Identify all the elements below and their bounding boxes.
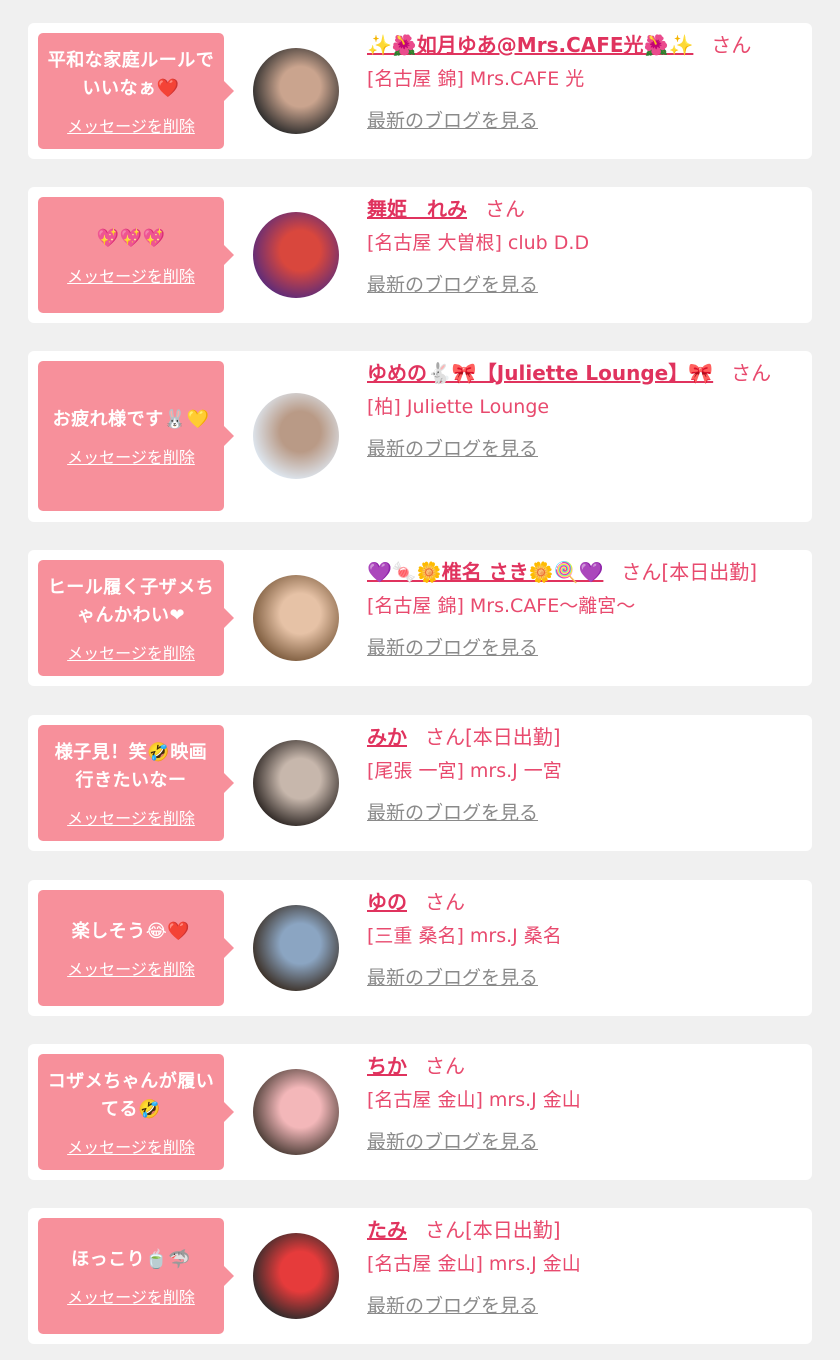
message-bubble: コザメちゃんが履いてる🤣 メッセージを削除 xyxy=(38,1054,234,1170)
avatar[interactable] xyxy=(253,1069,339,1155)
name-suffix: さん xyxy=(425,1054,465,1078)
message-bubble: 楽しそう😂❤️ メッセージを削除 xyxy=(38,890,234,1006)
delete-message-link[interactable]: メッセージを削除 xyxy=(67,1284,195,1308)
message-bubble: ほっこり🍵🦈 メッセージを削除 xyxy=(38,1218,234,1334)
message-card: 楽しそう😂❤️ メッセージを削除 ゆの さん [三重 桑名] mrs.J 桑名 最… xyxy=(28,880,812,1016)
latest-blog-link[interactable]: 最新のブログを見る xyxy=(367,1128,800,1156)
message-bubble: お疲れ様です🐰💛 メッセージを削除 xyxy=(38,361,234,511)
avatar[interactable] xyxy=(253,1233,339,1319)
message-text: 平和な家庭ルールでいいなぁ❤️ xyxy=(47,50,215,99)
delete-message-link[interactable]: メッセージを削除 xyxy=(67,263,195,287)
message-card: 平和な家庭ルールでいいなぁ❤️ メッセージを削除 ✨🌺如月ゆあ@Mrs.CAFE… xyxy=(28,23,812,159)
shop-label: [名古屋 錦] Mrs.CAFE〜離宮〜 xyxy=(367,595,636,617)
cast-info: ✨🌺如月ゆあ@Mrs.CAFE光🌺✨ さん [名古屋 錦] Mrs.CAFE 光 … xyxy=(367,29,800,135)
avatar[interactable] xyxy=(253,48,339,134)
shop-label: [名古屋 金山] mrs.J 金山 xyxy=(367,1089,581,1111)
avatar[interactable] xyxy=(253,575,339,661)
cast-name-link[interactable]: 舞姫 れみ xyxy=(367,197,467,221)
delete-message-link[interactable]: メッセージを削除 xyxy=(67,640,195,664)
cast-info: ゆの さん [三重 桑名] mrs.J 桑名 最新のブログを見る xyxy=(367,886,800,992)
cast-info: 舞姫 れみ さん [名古屋 大曽根] club D.D 最新のブログを見る xyxy=(367,193,800,299)
name-line: 💜🍬🌼椎名 さき🌼🍭💜 さん[本日出勤] xyxy=(367,556,800,588)
name-suffix: さん xyxy=(485,197,525,221)
message-text: ほっこり🍵🦈 xyxy=(71,1249,191,1270)
latest-blog-link[interactable]: 最新のブログを見る xyxy=(367,435,800,463)
message-card: ほっこり🍵🦈 メッセージを削除 たみ さん[本日出勤] [名古屋 金山] mrs.… xyxy=(28,1208,812,1344)
shop-label: [名古屋 錦] Mrs.CAFE 光 xyxy=(367,68,585,90)
delete-message-link[interactable]: メッセージを削除 xyxy=(67,805,195,829)
latest-blog-link[interactable]: 最新のブログを見る xyxy=(367,964,800,992)
message-text: 💖💖💖 xyxy=(96,228,166,249)
name-suffix: さん[本日出勤] xyxy=(425,725,561,749)
cast-info: 💜🍬🌼椎名 さき🌼🍭💜 さん[本日出勤] [名古屋 錦] Mrs.CAFE〜離宮〜… xyxy=(367,556,800,662)
message-text: 様子見！笑🤣映画行きたいなー xyxy=(54,742,208,791)
message-text: 楽しそう😂❤️ xyxy=(71,921,191,942)
message-bubble: 平和な家庭ルールでいいなぁ❤️ メッセージを削除 xyxy=(38,33,234,149)
shop-label: [尾張 一宮] mrs.J 一宮 xyxy=(367,760,562,782)
name-line: ゆめの🐇🎀【Juliette Lounge】🎀 さん xyxy=(367,357,800,389)
message-list: 平和な家庭ルールでいいなぁ❤️ メッセージを削除 ✨🌺如月ゆあ@Mrs.CAFE… xyxy=(0,0,840,1360)
cast-name-link[interactable]: たみ xyxy=(367,1218,407,1242)
cast-info: ちか さん [名古屋 金山] mrs.J 金山 最新のブログを見る xyxy=(367,1050,800,1156)
cast-name-link[interactable]: みか xyxy=(367,725,407,749)
latest-blog-link[interactable]: 最新のブログを見る xyxy=(367,799,800,827)
cast-info: ゆめの🐇🎀【Juliette Lounge】🎀 さん [柏] Juliette L… xyxy=(367,357,800,463)
message-card: お疲れ様です🐰💛 メッセージを削除 ゆめの🐇🎀【Juliette Lounge】… xyxy=(28,351,812,522)
message-card: コザメちゃんが履いてる🤣 メッセージを削除 ちか さん [名古屋 金山] mrs.… xyxy=(28,1044,812,1180)
shop-label: [柏] Juliette Lounge xyxy=(367,396,550,418)
message-card: 💖💖💖 メッセージを削除 舞姫 れみ さん [名古屋 大曽根] club D.D … xyxy=(28,187,812,323)
latest-blog-link[interactable]: 最新のブログを見る xyxy=(367,634,800,662)
message-bubble: 💖💖💖 メッセージを削除 xyxy=(38,197,234,313)
avatar[interactable] xyxy=(253,393,339,479)
name-suffix: さん xyxy=(731,361,772,385)
name-line: ✨🌺如月ゆあ@Mrs.CAFE光🌺✨ さん xyxy=(367,29,800,61)
delete-message-link[interactable]: メッセージを削除 xyxy=(67,956,195,980)
cast-name-link[interactable]: 💜🍬🌼椎名 さき🌼🍭💜 xyxy=(367,560,603,584)
shop-label: [名古屋 大曽根] club D.D xyxy=(367,232,590,254)
avatar[interactable] xyxy=(253,740,339,826)
name-suffix: さん[本日出勤] xyxy=(621,560,757,584)
latest-blog-link[interactable]: 最新のブログを見る xyxy=(367,107,800,135)
cast-info: みか さん[本日出勤] [尾張 一宮] mrs.J 一宮 最新のブログを見る xyxy=(367,721,800,827)
message-bubble: ヒール履く子ザメちゃんかわい❤ メッセージを削除 xyxy=(38,560,234,676)
name-line: ゆの さん xyxy=(367,886,800,918)
delete-message-link[interactable]: メッセージを削除 xyxy=(67,113,195,137)
name-suffix: さん xyxy=(711,33,752,57)
message-card: ヒール履く子ザメちゃんかわい❤ メッセージを削除 💜🍬🌼椎名 さき🌼🍭💜 さん[本… xyxy=(28,550,812,686)
message-text: ヒール履く子ザメちゃんかわい❤ xyxy=(47,577,215,626)
name-line: みか さん[本日出勤] xyxy=(367,721,800,753)
cast-name-link[interactable]: ゆめの🐇🎀【Juliette Lounge】🎀 xyxy=(367,361,713,385)
name-line: ちか さん xyxy=(367,1050,800,1082)
delete-message-link[interactable]: メッセージを削除 xyxy=(67,444,195,468)
delete-message-link[interactable]: メッセージを削除 xyxy=(67,1134,195,1158)
shop-label: [三重 桑名] mrs.J 桑名 xyxy=(367,925,562,947)
message-bubble: 様子見！笑🤣映画行きたいなー メッセージを削除 xyxy=(38,725,234,841)
name-suffix: さん[本日出勤] xyxy=(425,1218,561,1242)
latest-blog-link[interactable]: 最新のブログを見る xyxy=(367,271,800,299)
message-text: お疲れ様です🐰💛 xyxy=(52,409,210,430)
cast-name-link[interactable]: ✨🌺如月ゆあ@Mrs.CAFE光🌺✨ xyxy=(367,33,693,57)
shop-label: [名古屋 金山] mrs.J 金山 xyxy=(367,1253,581,1275)
cast-info: たみ さん[本日出勤] [名古屋 金山] mrs.J 金山 最新のブログを見る xyxy=(367,1214,800,1320)
avatar[interactable] xyxy=(253,212,339,298)
message-card: 様子見！笑🤣映画行きたいなー メッセージを削除 みか さん[本日出勤] [尾張 一… xyxy=(28,715,812,851)
name-suffix: さん xyxy=(425,890,465,914)
name-line: たみ さん[本日出勤] xyxy=(367,1214,800,1246)
name-line: 舞姫 れみ さん xyxy=(367,193,800,225)
cast-name-link[interactable]: ゆの xyxy=(367,890,407,914)
cast-name-link[interactable]: ちか xyxy=(367,1054,407,1078)
latest-blog-link[interactable]: 最新のブログを見る xyxy=(367,1292,800,1320)
message-text: コザメちゃんが履いてる🤣 xyxy=(47,1071,215,1120)
avatar[interactable] xyxy=(253,905,339,991)
